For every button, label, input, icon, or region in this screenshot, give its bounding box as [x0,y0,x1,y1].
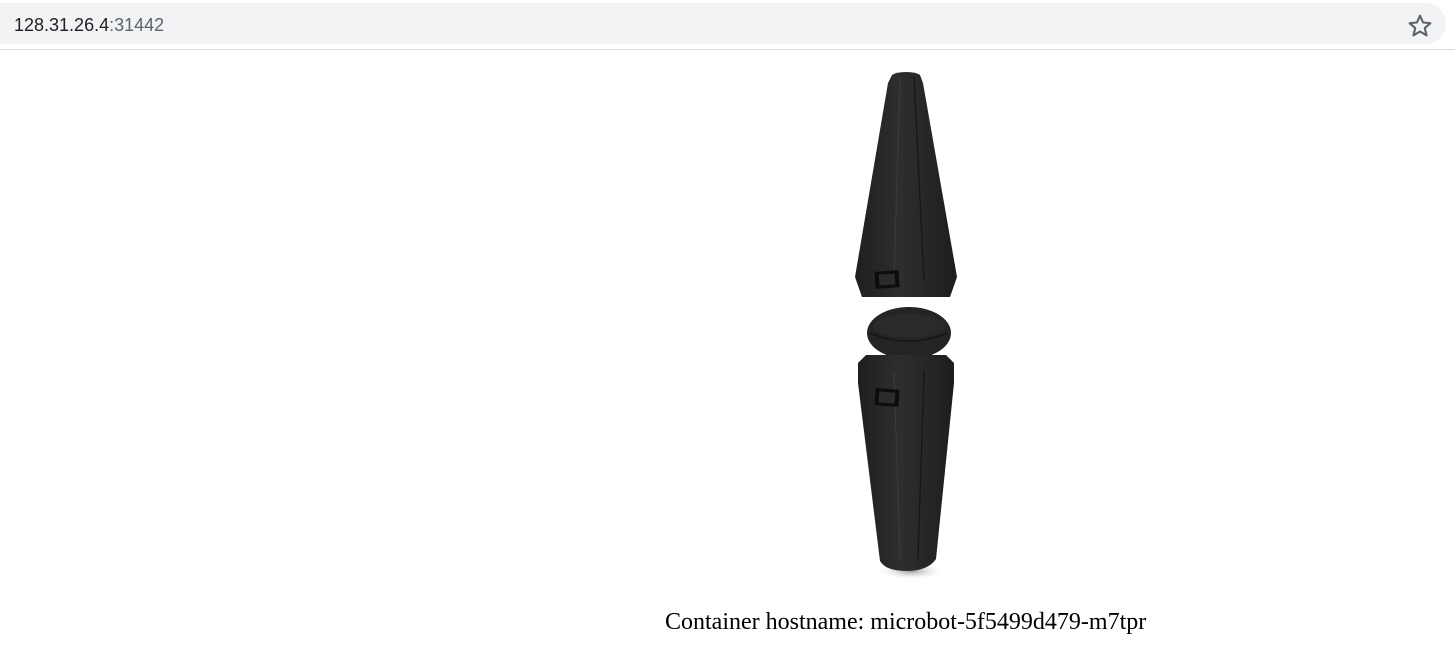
page-content: Container hostname: microbot-5f5499d479-… [0,51,1455,665]
url-text[interactable]: 128.31.26.4:31442 [14,14,164,36]
url-host: 128.31.26.4 [14,15,110,35]
star-icon[interactable] [1406,12,1434,40]
microbot-image [855,72,957,580]
hostname-caption: Container hostname: microbot-5f5499d479-… [665,609,1147,635]
hostname-caption-row: Container hostname: microbot-5f5499d479-… [0,607,1455,639]
url-port: :31442 [109,15,165,35]
address-bar[interactable]: 128.31.26.4:31442 [0,3,1446,44]
browser-toolbar: 128.31.26.4:31442 [0,0,1455,50]
